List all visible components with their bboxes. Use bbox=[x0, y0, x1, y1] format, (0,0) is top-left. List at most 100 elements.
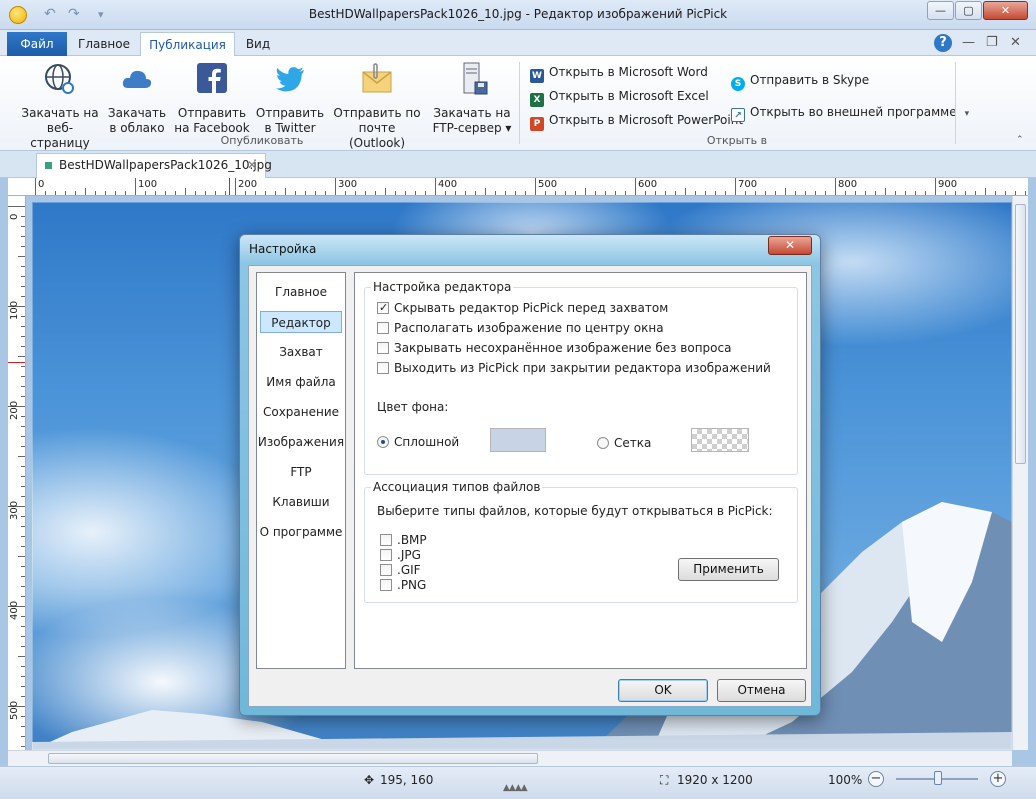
send-facebook-button[interactable]: Отправить на Facebook bbox=[174, 62, 250, 136]
bmp-checkbox[interactable]: .BMP bbox=[380, 532, 427, 548]
ruler-tick bbox=[85, 188, 86, 195]
ok-button[interactable]: OK bbox=[618, 679, 708, 702]
dialog-close-button[interactable]: ✕ bbox=[768, 236, 812, 255]
ruler-tick bbox=[21, 536, 25, 537]
ruler-tick bbox=[125, 191, 126, 195]
ruler-tick bbox=[21, 596, 25, 597]
ribbon-close-icon[interactable]: ✕ bbox=[1010, 35, 1021, 50]
ruler-tick bbox=[635, 178, 636, 195]
ruler-tick bbox=[315, 191, 316, 195]
minimize-button[interactable]: — bbox=[927, 1, 954, 20]
ruler-tick bbox=[18, 356, 25, 357]
ruler-tick bbox=[21, 326, 25, 327]
zoom-out-button[interactable]: − bbox=[868, 771, 884, 787]
ribbon-collapse-icon[interactable]: ⌃ bbox=[1016, 135, 1024, 145]
document-tab[interactable]: BestHDWallpapersPack1026_10.jpg ✕ bbox=[36, 153, 272, 178]
ruler-tick bbox=[945, 191, 946, 195]
open-external-program-button[interactable]: ↗ Открыть во внешней программе ▾ bbox=[731, 103, 970, 122]
close-unsaved-checkbox[interactable]: Закрывать несохранённое изображение без … bbox=[377, 340, 731, 356]
nav-item-capture[interactable]: Захват bbox=[257, 341, 345, 363]
ruler-label: 800 bbox=[838, 179, 858, 190]
ruler-tick bbox=[175, 191, 176, 195]
nav-item-saving[interactable]: Сохранение bbox=[257, 401, 345, 423]
nav-item-general[interactable]: Главное bbox=[257, 281, 345, 303]
checkbox-box[interactable] bbox=[380, 579, 392, 591]
ruler-label: 0 bbox=[38, 179, 45, 190]
horizontal-scrollbar[interactable] bbox=[8, 750, 1012, 766]
open-in-word-button[interactable]: W Открыть в Microsoft Word bbox=[530, 63, 708, 83]
jpg-checkbox[interactable]: .JPG bbox=[380, 547, 421, 563]
ribbon-separator-end bbox=[955, 62, 956, 144]
zoom-slider-thumb[interactable] bbox=[934, 771, 942, 785]
send-twitter-button[interactable]: Отправить в Twitter bbox=[254, 62, 326, 136]
radio-dot[interactable] bbox=[377, 436, 389, 448]
grid-pattern-swatch[interactable] bbox=[691, 428, 749, 452]
tab-home[interactable]: Главное bbox=[72, 32, 136, 56]
tab-view[interactable]: Вид bbox=[238, 32, 278, 56]
ruler-tick bbox=[495, 191, 496, 195]
radio-dot[interactable] bbox=[597, 437, 609, 449]
editor-settings-group-label: Настройка редактора bbox=[371, 280, 514, 294]
nav-item-editor[interactable]: Редактор bbox=[260, 311, 342, 333]
nav-item-hotkeys[interactable]: Клавиши bbox=[257, 491, 345, 513]
ruler-tick bbox=[255, 191, 256, 195]
ruler-tick bbox=[18, 256, 25, 257]
document-tab-close-icon[interactable]: ✕ bbox=[247, 154, 257, 177]
ruler-tick bbox=[345, 191, 346, 195]
grid-background-radio[interactable]: Сетка bbox=[597, 435, 651, 451]
hide-editor-checkbox[interactable]: Скрывать редактор PicPick перед захватом bbox=[377, 300, 668, 316]
ruler-tick bbox=[235, 178, 236, 195]
ribbon-restore-icon[interactable]: ❐ bbox=[986, 35, 998, 50]
vertical-scroll-thumb[interactable] bbox=[1015, 204, 1026, 464]
document-tab-marker-icon bbox=[45, 162, 52, 169]
send-skype-button[interactable]: S Отправить в Skype bbox=[731, 71, 869, 91]
ruler-tick bbox=[21, 266, 25, 267]
checkbox-box[interactable] bbox=[380, 549, 392, 561]
checkbox-box[interactable] bbox=[377, 342, 389, 354]
close-button[interactable]: ✕ bbox=[983, 1, 1028, 20]
nav-item-filename[interactable]: Имя файла bbox=[257, 371, 345, 393]
nav-item-images[interactable]: Изображения bbox=[257, 431, 345, 453]
checkbox-box[interactable] bbox=[380, 564, 392, 576]
ruler-tick bbox=[805, 191, 806, 195]
upload-ftp-button[interactable]: Закачать на FTP-сервер ▾ bbox=[430, 62, 514, 136]
open-in-excel-button[interactable]: X Открыть в Microsoft Excel bbox=[530, 87, 709, 107]
center-image-checkbox[interactable]: Располагать изображение по центру окна bbox=[377, 320, 664, 336]
ruler-tick bbox=[685, 188, 686, 195]
resize-grip-icon[interactable]: ▲▲▲▲ bbox=[503, 783, 528, 793]
checkbox-box[interactable] bbox=[377, 322, 389, 334]
open-in-powerpoint-button[interactable]: P Открыть в Microsoft PowerPoint bbox=[530, 111, 743, 131]
tab-publish[interactable]: Публикация bbox=[140, 32, 235, 56]
help-icon[interactable]: ? bbox=[934, 34, 952, 52]
tab-file[interactable]: Файл bbox=[7, 32, 67, 56]
horizontal-ruler: 0 100 200 300 400 500 600 700 800 900 bbox=[32, 178, 1028, 196]
gif-checkbox[interactable]: .GIF bbox=[380, 562, 421, 578]
ruler-tick bbox=[21, 276, 25, 277]
checkbox-box[interactable] bbox=[377, 300, 389, 316]
ruler-label: 400 bbox=[9, 600, 20, 620]
checkbox-box[interactable] bbox=[380, 534, 392, 546]
checkbox-box[interactable] bbox=[377, 362, 389, 374]
apply-button[interactable]: Применить bbox=[678, 558, 779, 581]
exit-on-close-checkbox[interactable]: Выходить из PicPick при закрытии редакто… bbox=[377, 360, 771, 376]
file-association-group: Ассоциация типов файлов Выберите типы фа… bbox=[364, 480, 798, 603]
nav-item-ftp[interactable]: FTP bbox=[257, 461, 345, 483]
png-checkbox[interactable]: .PNG bbox=[380, 577, 426, 593]
ruler-tick bbox=[21, 446, 25, 447]
maximize-button[interactable]: ▢ bbox=[955, 1, 982, 20]
ruler-tick bbox=[425, 191, 426, 195]
ribbon-minimize-icon[interactable]: — bbox=[962, 35, 975, 50]
vertical-scrollbar[interactable] bbox=[1012, 196, 1028, 750]
ruler-tick bbox=[21, 376, 25, 377]
upload-cloud-button[interactable]: Закачать в облако bbox=[106, 62, 168, 136]
ruler-tick bbox=[385, 188, 386, 195]
cancel-button[interactable]: Отмена bbox=[717, 679, 806, 702]
horizontal-scroll-thumb[interactable] bbox=[48, 753, 538, 764]
zoom-in-button[interactable]: + bbox=[990, 771, 1006, 787]
solid-background-radio[interactable]: Сплошной bbox=[377, 434, 459, 450]
external-app-icon: ↗ bbox=[731, 108, 745, 122]
external-dropdown-icon[interactable]: ▾ bbox=[965, 109, 970, 119]
solid-color-swatch[interactable] bbox=[490, 428, 546, 452]
ribbon-tabs: Файл Главное Публикация Вид ? — ❐ ✕ bbox=[0, 30, 1036, 56]
nav-item-about[interactable]: О программе bbox=[257, 521, 345, 543]
